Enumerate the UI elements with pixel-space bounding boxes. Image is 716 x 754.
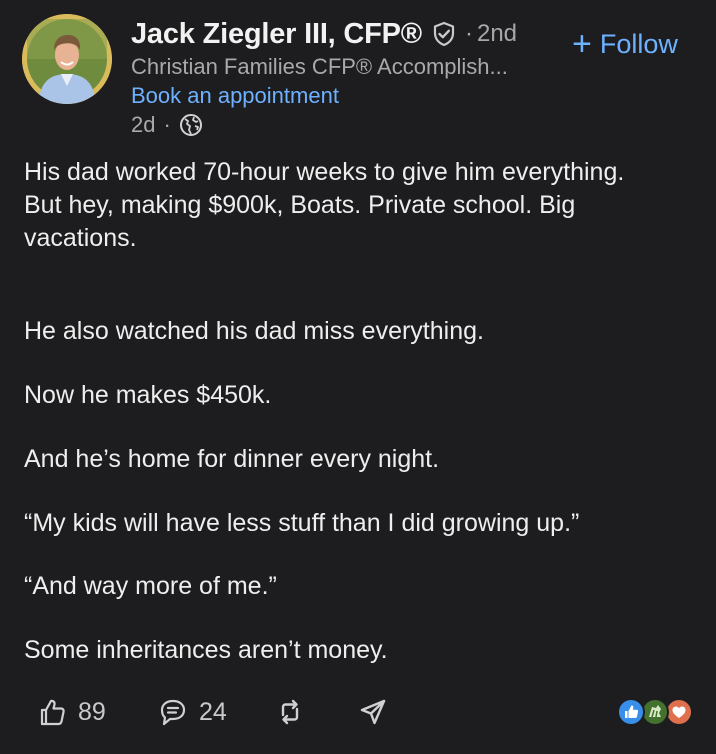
book-appointment-link[interactable]: Book an appointment bbox=[131, 83, 339, 109]
verified-shield-icon bbox=[431, 21, 457, 47]
thumbs-up-icon bbox=[36, 696, 68, 728]
like-reaction-icon bbox=[617, 698, 645, 726]
comment-button[interactable]: 24 bbox=[157, 690, 227, 734]
plus-icon: + bbox=[572, 25, 592, 63]
follow-button[interactable]: + Follow bbox=[572, 26, 678, 62]
author-name[interactable]: Jack Ziegler III, CFP® bbox=[131, 18, 422, 51]
follow-label: Follow bbox=[599, 28, 678, 59]
celebrate-reaction-icon bbox=[641, 698, 669, 726]
post-time: 2d bbox=[131, 112, 156, 137]
meta-separator: · bbox=[163, 112, 171, 137]
post-actions: 89 24 bbox=[0, 690, 716, 734]
post-line: He also watched his dad miss everything. bbox=[24, 317, 484, 345]
comment-count: 24 bbox=[199, 697, 227, 726]
feed-post: Jack Ziegler III, CFP® · 2nd + Follow Chr… bbox=[0, 0, 716, 754]
post-line: Some inheritances aren’t money. bbox=[24, 636, 388, 664]
love-reaction-icon bbox=[665, 698, 693, 726]
post-line: “And way more of me.” bbox=[24, 572, 277, 600]
repost-button[interactable] bbox=[274, 690, 306, 734]
send-button[interactable] bbox=[357, 690, 389, 734]
author-headline: Christian Families CFP® Accomplish... bbox=[131, 54, 508, 79]
like-button[interactable]: 89 bbox=[36, 690, 106, 734]
post-line: His dad worked 70-hour weeks to give him… bbox=[24, 158, 625, 186]
author-name-row: Jack Ziegler III, CFP® · 2nd bbox=[131, 14, 517, 54]
avatar-photo bbox=[22, 14, 112, 104]
send-icon bbox=[357, 696, 389, 728]
connection-degree: · 2nd bbox=[464, 20, 518, 47]
globe-icon bbox=[179, 113, 203, 137]
like-count: 89 bbox=[78, 697, 106, 726]
author-avatar[interactable] bbox=[22, 14, 112, 104]
post-meta: 2d · bbox=[131, 111, 203, 139]
post-line: But hey, making $900k, Boats. Private sc… bbox=[24, 191, 576, 219]
post-line: “My kids will have less stuff than I did… bbox=[24, 509, 580, 537]
reaction-summary[interactable] bbox=[616, 697, 694, 727]
repost-icon bbox=[274, 696, 306, 728]
post-line: And he’s home for dinner every night. bbox=[24, 445, 440, 473]
post-line: Now he makes $450k. bbox=[24, 381, 272, 409]
comment-icon bbox=[157, 696, 189, 728]
post-line: vacations. bbox=[24, 224, 137, 252]
